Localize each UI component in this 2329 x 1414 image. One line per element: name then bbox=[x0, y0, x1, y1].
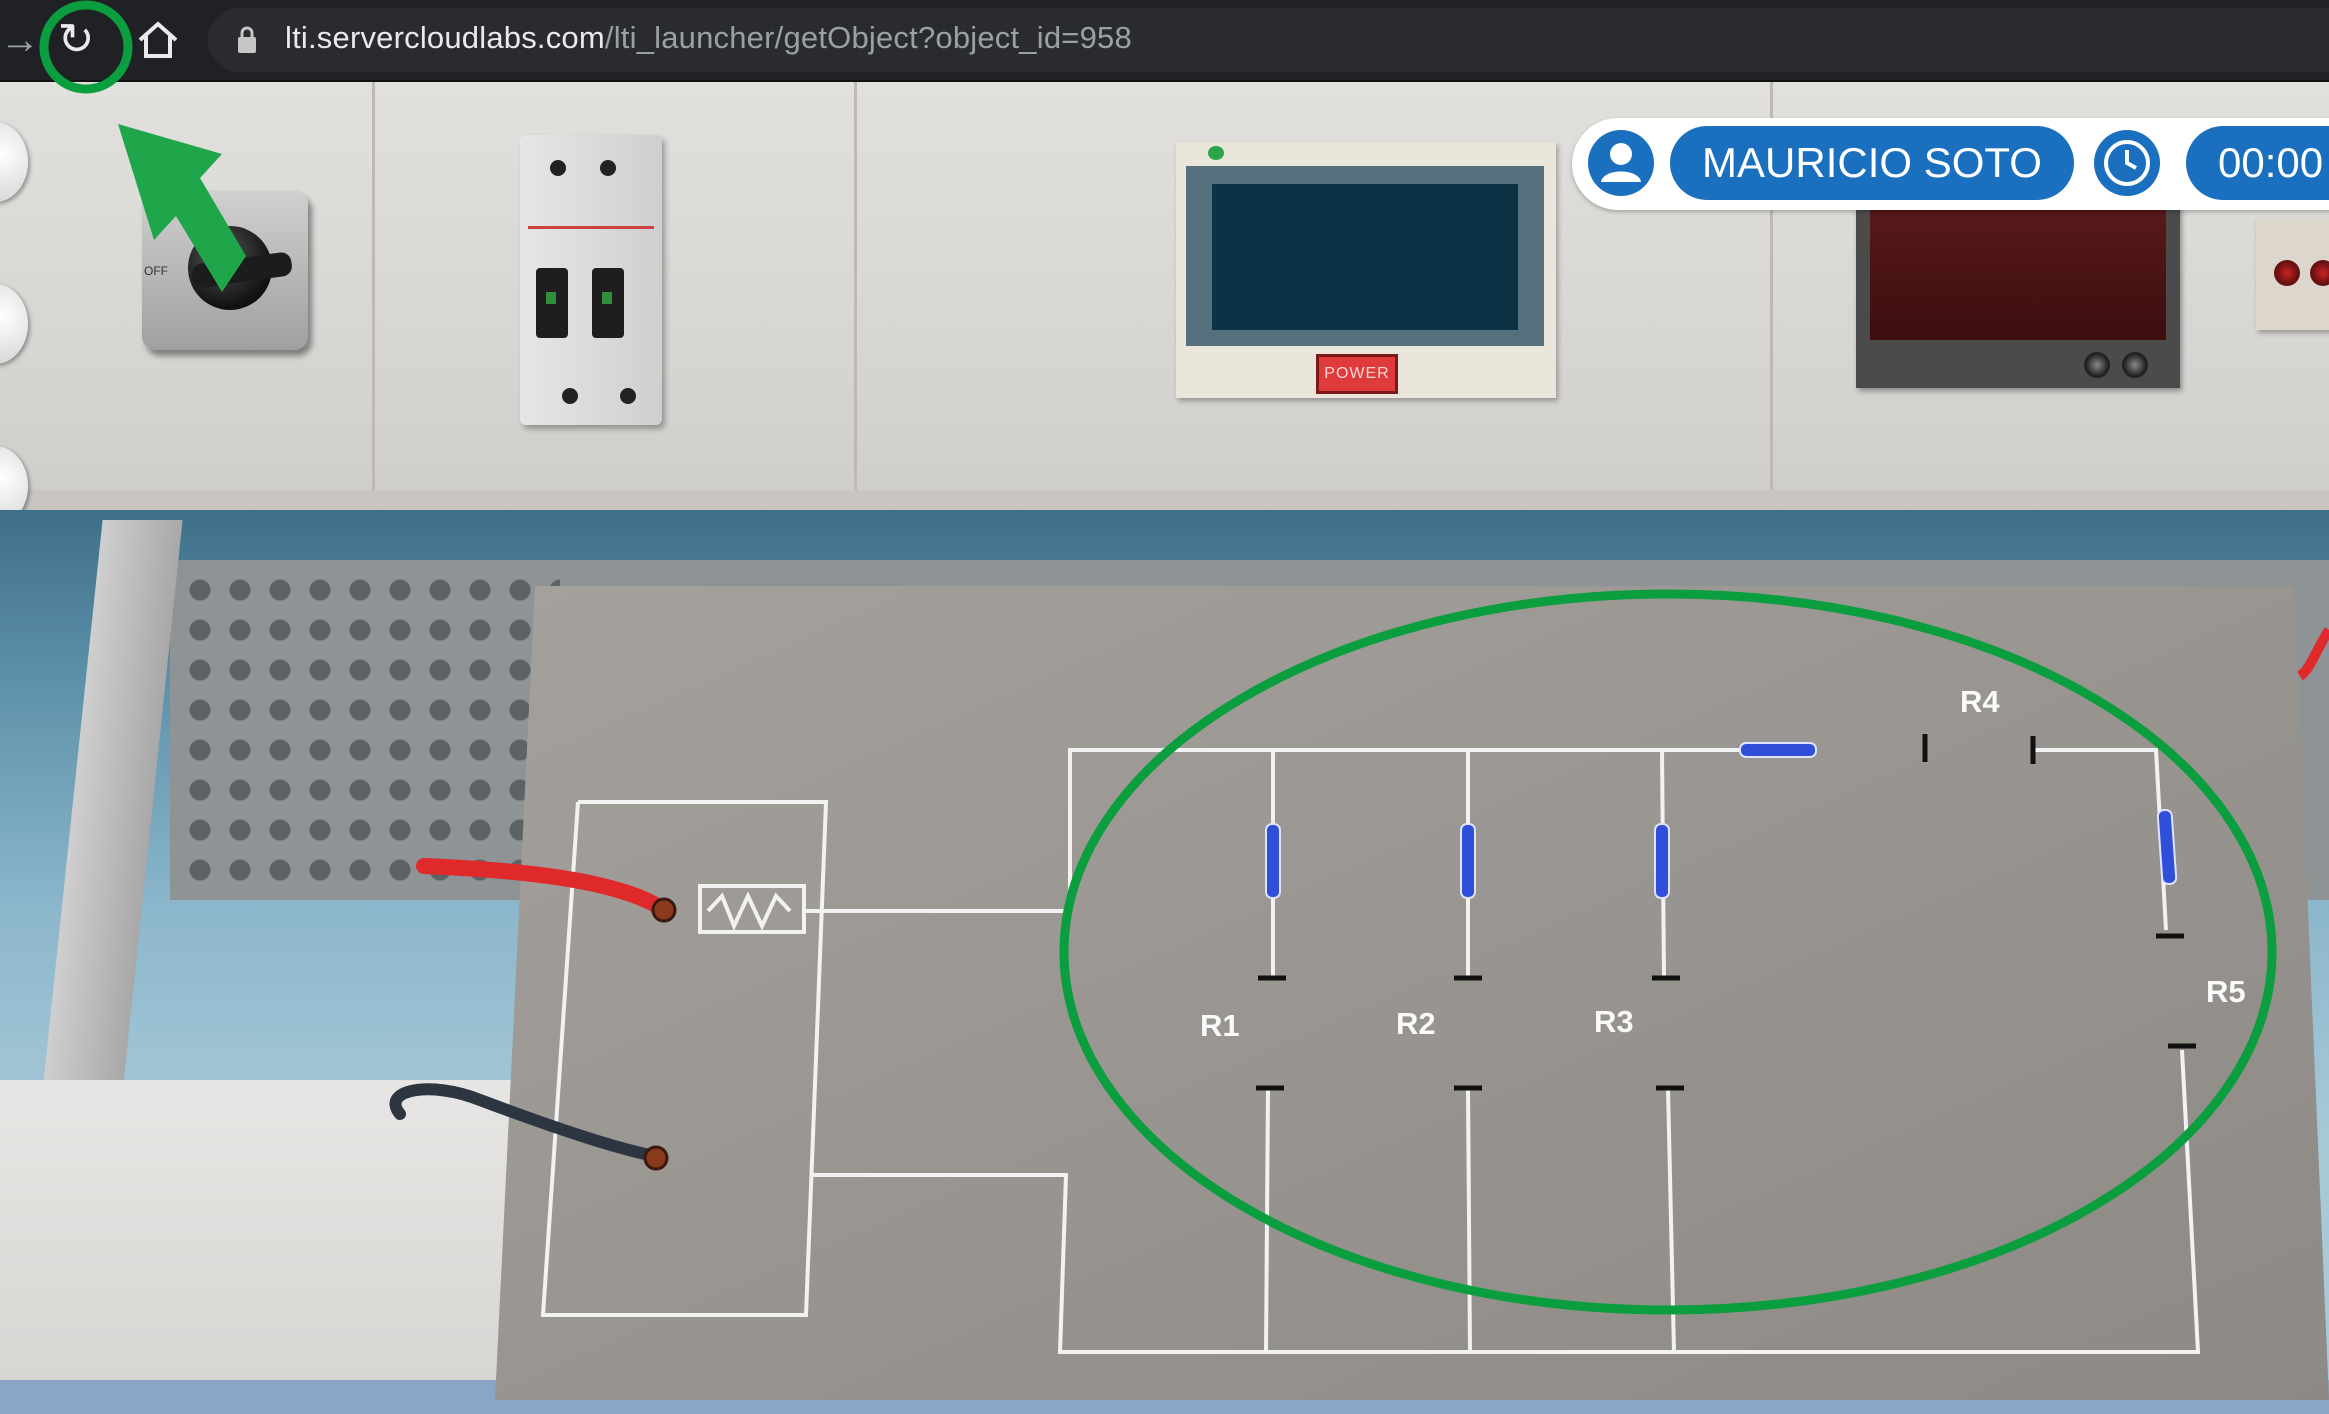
annotation-arrow-icon bbox=[118, 124, 246, 292]
red-lead-connector[interactable] bbox=[651, 897, 677, 923]
wire-branch-r2-bottom bbox=[1466, 1087, 1472, 1353]
red-wire-edge bbox=[2296, 627, 2329, 681]
circuit-board-canvas: R1 R2 R3 R4 R5 bbox=[39, 0, 2329, 1400]
label-r1: R1 bbox=[1200, 1008, 1240, 1043]
resistor-component[interactable] bbox=[1265, 823, 1281, 899]
reload-highlight-circle bbox=[39, 0, 133, 94]
black-lead-connector[interactable] bbox=[643, 1145, 669, 1171]
label-r4: R4 bbox=[1960, 684, 2000, 719]
label-r3: R3 bbox=[1594, 1004, 1634, 1039]
label-r5: R5 bbox=[2206, 974, 2246, 1009]
label-r2: R2 bbox=[1396, 1006, 1436, 1041]
resistor-component[interactable] bbox=[1654, 823, 1670, 899]
resistor-component[interactable] bbox=[1460, 823, 1476, 899]
resistor-component[interactable] bbox=[1739, 742, 1817, 758]
